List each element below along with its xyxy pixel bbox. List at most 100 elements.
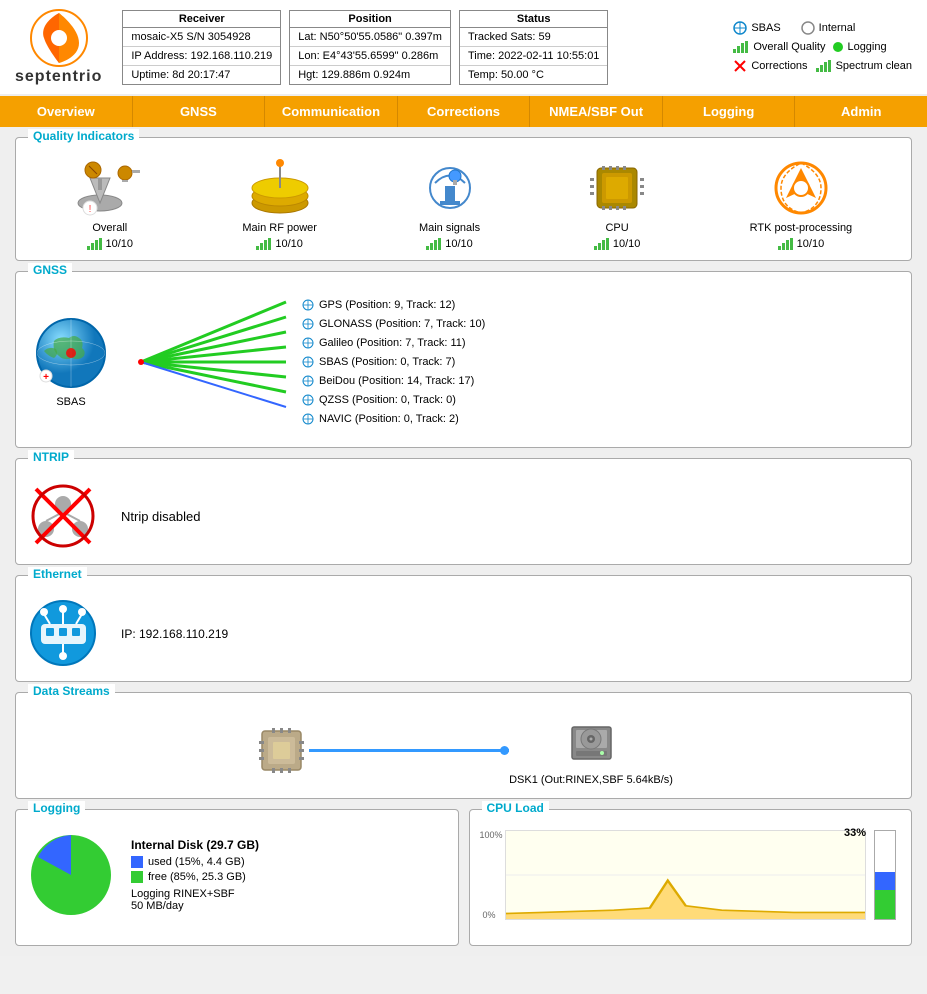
position-row3: Hgt: 129.886m 0.924m — [290, 66, 450, 84]
cpu-chart-area — [505, 830, 867, 920]
ethernet-panel: Ethernet IP: 19 — [15, 575, 912, 682]
logging-content: Internal Disk (29.7 GB) used (15%, 4.4 G… — [26, 825, 448, 920]
gnss-qzss: QZSS (Position: 0, Track: 0) — [301, 393, 485, 407]
receiver-section: Receiver mosaic-X5 S/N 3054928 IP Addres… — [122, 10, 281, 85]
cpu-bar-chart — [874, 830, 896, 920]
sbas-label: SBAS — [751, 22, 780, 34]
gnss-globe-area: + SBAS — [26, 316, 116, 408]
navbar: Overview GNSS Communication Corrections … — [0, 96, 927, 127]
logging-disk-title: Internal Disk (29.7 GB) — [131, 838, 259, 852]
quality-cpu: CPU 10/10 — [582, 158, 652, 250]
nav-logging[interactable]: Logging — [663, 96, 796, 127]
cpu-icon — [582, 158, 652, 218]
rf-power-score: 10/10 — [256, 238, 303, 250]
position-row1: Lat: N50°50'55.0586" 0.397m — [290, 28, 450, 47]
internal-indicator: Internal — [801, 21, 856, 35]
data-streams-panel: Data Streams — [15, 692, 912, 799]
gnss-glonass: GLONASS (Position: 7, Track: 10) — [301, 317, 485, 331]
globe-label: SBAS — [56, 396, 85, 408]
quality-panel: Quality Indicators ! — [15, 137, 912, 261]
rtk-score: 10/10 — [778, 238, 825, 250]
stream-line — [309, 749, 509, 752]
disk-icon — [564, 715, 619, 770]
nav-corrections[interactable]: Corrections — [398, 96, 531, 127]
rf-power-label: Main RF power — [242, 222, 317, 234]
cpu-load-panel: CPU Load 100% — [469, 809, 913, 946]
logging-pie-chart — [26, 830, 116, 920]
nav-communication[interactable]: Communication — [265, 96, 398, 127]
gnss-content: + SBAS — [26, 287, 901, 437]
receiver-row2: IP Address: 192.168.110.219 — [123, 47, 280, 66]
internal-label: Internal — [819, 22, 856, 34]
overall-label: Overall — [92, 222, 127, 234]
cpu-load-title: CPU Load — [482, 801, 549, 815]
stream-destination: DSK1 (Out:RINEX,SBF 5.64kB/s) — [509, 715, 673, 786]
corrections-label: Corrections — [751, 60, 807, 72]
logo: septentrio — [15, 8, 102, 86]
receiver-title: Receiver — [123, 11, 280, 28]
cpu-percentage: 33% — [844, 827, 866, 839]
logging-title: Logging — [28, 801, 85, 815]
receiver-row1: mosaic-X5 S/N 3054928 — [123, 28, 280, 47]
logging-label: Logging — [847, 41, 886, 53]
nav-nmea[interactable]: NMEA/SBF Out — [530, 96, 663, 127]
cpu-min-label: 0% — [483, 910, 496, 920]
stream-source-icon — [254, 723, 309, 778]
signals-icon — [415, 158, 485, 218]
ntrip-panel: NTRIP Ntrip disabled — [15, 458, 912, 565]
svg-text:+: + — [43, 372, 49, 383]
overall-score: 10/10 — [87, 238, 134, 250]
overall-quality-label: Overall Quality — [753, 41, 825, 53]
rf-power-icon — [245, 158, 315, 218]
status-row1: Tracked Sats: 59 — [460, 28, 607, 47]
header: septentrio Receiver mosaic-X5 S/N 305492… — [0, 0, 927, 96]
receiver-row3: Uptime: 8d 20:17:47 — [123, 66, 280, 84]
quality-title: Quality Indicators — [28, 129, 139, 143]
quality-rtk: RTK post-processing 10/10 — [750, 158, 853, 250]
logo-text: septentrio — [15, 68, 102, 86]
ethernet-ip: IP: 192.168.110.219 — [121, 627, 228, 641]
logging-free-legend: free (85%, 25.3 GB) — [131, 871, 259, 883]
position-row2: Lon: E4°43'55.6599" 0.286m — [290, 47, 450, 66]
nav-gnss[interactable]: GNSS — [133, 96, 266, 127]
overall-quality-indicator: Overall Quality — [733, 41, 825, 53]
spectrum-label: Spectrum clean — [836, 60, 912, 72]
ethernet-content: IP: 192.168.110.219 — [26, 591, 901, 671]
main-content: Quality Indicators ! — [0, 127, 927, 956]
position-title: Position — [290, 11, 450, 28]
septentrio-logo-icon — [29, 8, 89, 68]
gnss-gps: GPS (Position: 9, Track: 12) — [301, 298, 485, 312]
logging-panel: Logging Internal Disk (29.7 GB) used (15… — [15, 809, 459, 946]
gnss-satellite-list: GPS (Position: 9, Track: 12) GLONASS (Po… — [301, 298, 485, 426]
status-row2: Time: 2022-02-11 10:55:01 — [460, 47, 607, 66]
cpu-bar-green — [875, 890, 895, 919]
globe-icon: + — [34, 316, 109, 391]
gnss-navic: NAVIC (Position: 0, Track: 2) — [301, 412, 485, 426]
bottom-row: Logging Internal Disk (29.7 GB) used (15… — [15, 809, 912, 946]
logging-used-legend: used (15%, 4.4 GB) — [131, 856, 259, 868]
svg-text:!: ! — [88, 204, 91, 215]
gnss-beidou: BeiDou (Position: 14, Track: 17) — [301, 374, 485, 388]
quality-overall: ! Overall 10/10 — [75, 158, 145, 250]
spectrum-indicator: Spectrum clean — [816, 59, 912, 73]
signals-score: 10/10 — [426, 238, 473, 250]
overall-icon: ! — [75, 158, 145, 218]
info-tables: Receiver mosaic-X5 S/N 3054928 IP Addres… — [122, 10, 721, 85]
gnss-signal-lines — [131, 287, 291, 437]
ntrip-status: Ntrip disabled — [121, 509, 201, 524]
ntrip-content: Ntrip disabled — [26, 474, 901, 554]
nav-admin[interactable]: Admin — [795, 96, 927, 127]
logging-rate2: 50 MB/day — [131, 900, 259, 912]
status-indicators: SBAS Internal Overall Quality Logging — [733, 21, 912, 73]
logging-indicator: Logging — [833, 41, 886, 53]
nav-overview[interactable]: Overview — [0, 96, 133, 127]
quality-signals: Main signals 10/10 — [415, 158, 485, 250]
cpu-score: 10/10 — [594, 238, 641, 250]
position-section: Position Lat: N50°50'55.0586" 0.397m Lon… — [289, 10, 451, 85]
quality-items: ! Overall 10/10 Main RF power — [26, 153, 901, 250]
gnss-panel: GNSS — [15, 271, 912, 448]
signals-label: Main signals — [419, 222, 480, 234]
gnss-title: GNSS — [28, 263, 72, 277]
data-streams-content: DSK1 (Out:RINEX,SBF 5.64kB/s) — [26, 708, 901, 788]
ethernet-icon — [26, 596, 101, 671]
